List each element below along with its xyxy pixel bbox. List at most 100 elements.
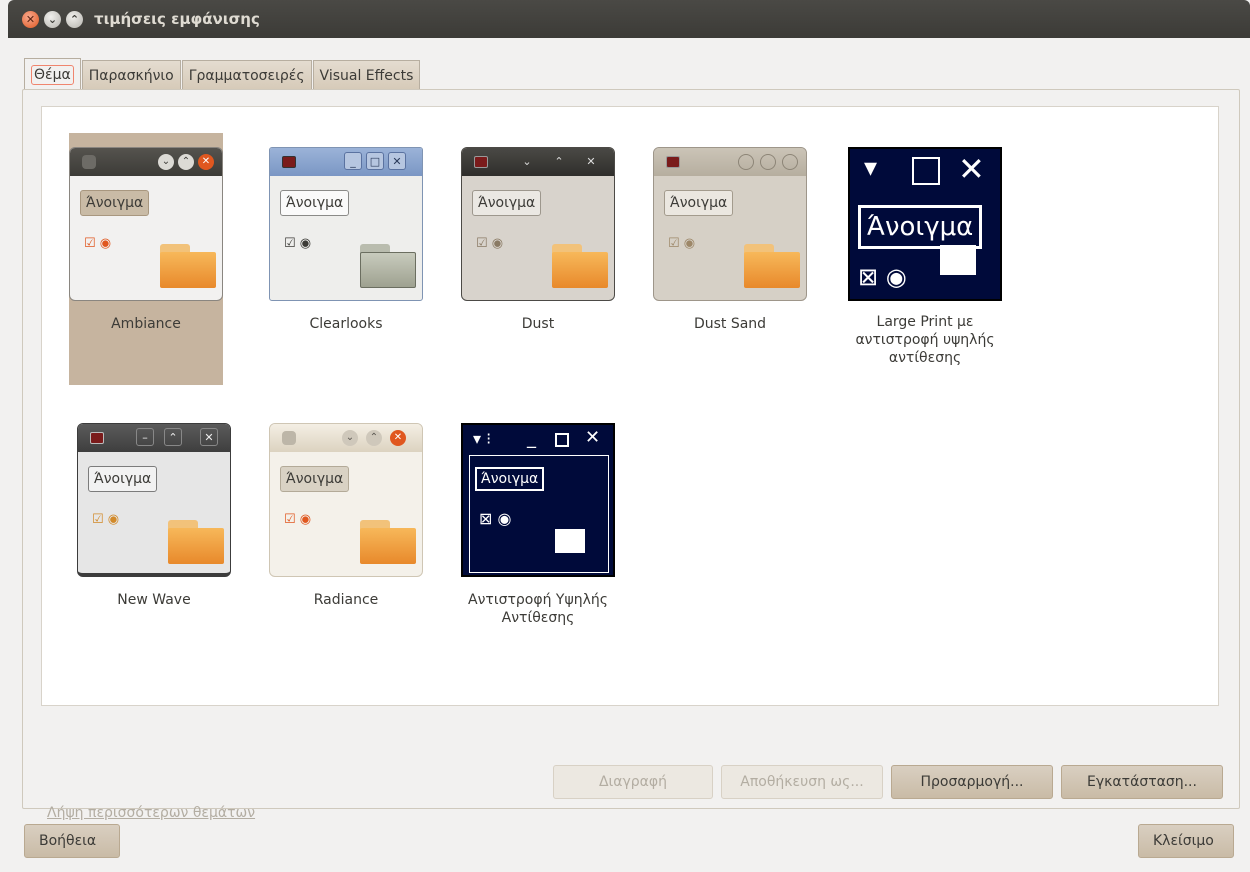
theme-item-dust-sand[interactable]: Άνοιγμα ☑ ◉ Dust Sand (653, 147, 807, 333)
folder-icon (360, 520, 416, 564)
customize-button[interactable]: Προσαρμογή... (891, 765, 1053, 799)
theme-item-large-print-inverse[interactable]: ▾ ✕ Άνοιγμα ⊠ ◉ Large Print με αντιστροφ… (847, 147, 1003, 367)
theme-thumbnail: ⌄ ⌃ ✕ Άνοιγμα ☑ ◉ (269, 423, 423, 577)
maximize-icon: ⌃ (366, 430, 382, 446)
minimize-icon: – (136, 428, 154, 446)
window-icon (82, 155, 96, 169)
checkbox-radio-sample: ☑ ◉ (476, 236, 504, 251)
close-icon (782, 154, 798, 170)
close-button[interactable]: Κλείσιμο (1138, 824, 1234, 858)
sample-button: Άνοιγμα (280, 466, 350, 492)
tab-background-label: Παρασκήνιο (88, 67, 174, 84)
tab-fonts[interactable]: Γραμματοσειρές (181, 60, 312, 90)
checkbox-radio-sample: ⊠ ◉ (479, 509, 512, 528)
tab-theme-label: Θέμα (31, 64, 74, 85)
tab-bar: Θέμα Παρασκήνιο Γραμματοσειρές Visual Ef… (24, 58, 421, 90)
maximize-icon: ⌃ (554, 154, 564, 168)
maximize-icon (760, 154, 776, 170)
maximize-icon: ⌃ (164, 428, 182, 446)
menu-arrow-icon: ▾ (864, 153, 878, 183)
close-icon: ✕ (200, 428, 218, 446)
window-titlebar: ✕ ⌄ ⌃ τιμήσεις εμφάνισης (8, 0, 1250, 38)
theme-thumbnail: ▾ ⁝ _ ✕ Άνοιγμα ⊠ ◉ (461, 423, 615, 577)
tab-background[interactable]: Παρασκήνιο (81, 60, 181, 90)
theme-item-dust[interactable]: ⌄ ⌃ ✕ Άνοιγμα ☑ ◉ Dust (461, 147, 615, 333)
window-minimize-button[interactable]: ⌄ (44, 10, 61, 28)
theme-name: Large Print με αντιστροφή υψηλής αντίθεσ… (855, 314, 995, 366)
install-button[interactable]: Εγκατάσταση... (1061, 765, 1223, 799)
minimize-icon: _ (344, 152, 362, 170)
close-icon: ✕ (958, 150, 985, 188)
minimize-icon: ⌄ (158, 154, 174, 170)
theme-item-high-contrast-inverse[interactable]: ▾ ⁝ _ ✕ Άνοιγμα ⊠ ◉ Αντιστροφή Υψηλής Αν… (461, 423, 615, 627)
theme-name: Radiance (313, 592, 379, 608)
sample-button: Άνοιγμα (280, 190, 350, 216)
folder-icon (744, 244, 800, 288)
window-icon (282, 156, 296, 168)
checkbox-radio-sample: ☑ ◉ (84, 236, 112, 251)
theme-item-clearlooks[interactable]: _ □ ✕ Άνοιγμα ☑ ◉ Clearlooks (269, 147, 423, 333)
delete-button[interactable]: Διαγραφή (553, 765, 713, 799)
window-icon (90, 432, 104, 444)
checkbox-radio-sample: ☑ ◉ (668, 236, 696, 251)
theme-thumbnail: ⌄ ⌃ ✕ Άνοιγμα ☑ ◉ (69, 147, 223, 301)
theme-name: Dust Sand (693, 316, 767, 332)
tab-theme[interactable]: Θέμα (24, 58, 81, 90)
window-icon (474, 156, 488, 168)
sample-button: Άνοιγμα (475, 467, 545, 491)
minimize-icon: ⌄ (522, 154, 532, 168)
close-icon: ✕ (585, 427, 601, 448)
sample-button: Άνοιγμα (88, 466, 158, 492)
tab-panel: ⌄ ⌃ ✕ Άνοιγμα ☑ ◉ Ambiance _ □ ✕ Άνοιγμα… (22, 89, 1240, 821)
theme-icon-view[interactable]: ⌄ ⌃ ✕ Άνοιγμα ☑ ◉ Ambiance _ □ ✕ Άνοιγμα… (41, 106, 1219, 706)
theme-thumbnail: ⌄ ⌃ ✕ Άνοιγμα ☑ ◉ (461, 147, 615, 301)
theme-thumbnail: _ □ ✕ Άνοιγμα ☑ ◉ (269, 147, 423, 301)
theme-name: Αντιστροφή Υψηλής Αντίθεσης (468, 592, 608, 626)
get-more-themes-link[interactable]: Λήψη περισσότερων θεμάτων (47, 805, 255, 821)
help-button[interactable]: Βοήθεια (24, 824, 120, 858)
window-close-button[interactable]: ✕ (22, 10, 39, 28)
maximize-icon: ⌃ (178, 154, 194, 170)
folder-icon (555, 529, 585, 553)
folder-icon (940, 245, 976, 275)
folder-icon (552, 244, 608, 288)
theme-thumbnail: ▾ ✕ Άνοιγμα ⊠ ◉ (848, 147, 1002, 301)
tab-fonts-label: Γραμματοσειρές (188, 67, 305, 84)
tab-visual-effects-label: Visual Effects (319, 67, 414, 84)
theme-name: Clearlooks (309, 316, 383, 332)
theme-name: New Wave (117, 592, 191, 608)
checkbox-radio-sample: ☑ ◉ (284, 236, 312, 251)
close-icon: ✕ (390, 430, 406, 446)
close-icon: ✕ (388, 152, 406, 170)
minimize-icon (738, 154, 754, 170)
window-icon (282, 431, 296, 445)
folder-icon (168, 520, 224, 564)
maximize-icon: □ (366, 152, 384, 170)
maximize-icon (912, 157, 940, 185)
maximize-icon (555, 433, 569, 447)
minimize-icon: ⌄ (342, 430, 358, 446)
sample-button: Άνοιγμα (858, 205, 983, 249)
menu-arrow-icon: ▾ ⁝ (473, 429, 492, 448)
checkbox-radio-sample: ☑ ◉ (92, 512, 120, 527)
window-maximize-button[interactable]: ⌃ (66, 10, 83, 28)
close-icon: ✕ (198, 154, 214, 170)
minimize-icon: _ (527, 428, 536, 449)
save-as-button[interactable]: Αποθήκευση ως... (721, 765, 883, 799)
theme-name: Ambiance (111, 316, 181, 332)
checkbox-radio-sample: ⊠ ◉ (858, 263, 907, 291)
theme-actions: Διαγραφή Αποθήκευση ως... Προσαρμογή... … (553, 765, 1223, 799)
theme-item-ambiance[interactable]: ⌄ ⌃ ✕ Άνοιγμα ☑ ◉ Ambiance (69, 133, 223, 385)
theme-name: Dust (521, 316, 555, 332)
window-title: τιμήσεις εμφάνισης (94, 10, 260, 28)
theme-thumbnail: – ⌃ ✕ Άνοιγμα ☑ ◉ (77, 423, 231, 577)
checkbox-radio-sample: ☑ ◉ (284, 512, 312, 527)
tab-visual-effects[interactable]: Visual Effects (312, 60, 421, 90)
sample-button: Άνοιγμα (664, 190, 734, 216)
close-icon: ✕ (586, 154, 596, 168)
theme-item-new-wave[interactable]: – ⌃ ✕ Άνοιγμα ☑ ◉ New Wave (77, 423, 231, 609)
theme-thumbnail: Άνοιγμα ☑ ◉ (653, 147, 807, 301)
sample-button: Άνοιγμα (80, 190, 150, 216)
appearance-window: Θέμα Παρασκήνιο Γραμματοσειρές Visual Ef… (8, 38, 1250, 872)
theme-item-radiance[interactable]: ⌄ ⌃ ✕ Άνοιγμα ☑ ◉ Radiance (269, 423, 423, 609)
